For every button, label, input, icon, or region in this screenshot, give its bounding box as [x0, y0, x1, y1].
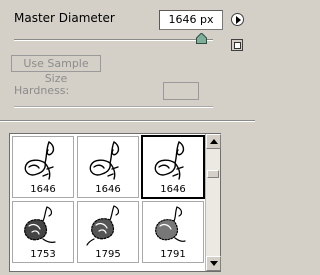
hardness-slider-track[interactable]: [14, 106, 213, 108]
rose-filled-brush-icon: [86, 205, 120, 246]
scroll-down-icon[interactable]: [206, 256, 221, 271]
panel-divider: [0, 120, 255, 122]
brush-size-label: 1791: [160, 249, 186, 260]
brush-tile[interactable]: 1791: [142, 201, 204, 263]
panel-menu-arrow-icon[interactable]: [231, 13, 244, 26]
brush-tile[interactable]: 1646: [77, 136, 139, 198]
brush-grid-scrollbar[interactable]: [205, 134, 221, 271]
brush-size-label: 1646: [160, 184, 186, 195]
master-diameter-slider-thumb[interactable]: [196, 32, 208, 47]
rose-outline-brush-icon: [89, 141, 120, 180]
hardness-label: Hardness:: [14, 84, 70, 97]
rose-outline-brush-icon: [154, 141, 185, 180]
brush-tile-selected[interactable]: 1646: [141, 135, 205, 199]
new-preset-icon[interactable]: [231, 39, 243, 51]
brush-size-label: 1646: [30, 184, 56, 195]
brush-tile[interactable]: 1646: [12, 136, 74, 198]
scrollbar-thumb[interactable]: [207, 170, 219, 178]
brush-size-label: 1646: [95, 184, 121, 195]
use-sample-size-button[interactable]: Use Sample Size: [11, 55, 101, 85]
rose-filled-brush-icon: [24, 206, 56, 243]
master-diameter-slider-track[interactable]: [14, 39, 213, 41]
master-diameter-field[interactable]: 1646 px: [159, 10, 223, 30]
brush-preset-grid: 1646 1646 1646 1753 1795 1791: [9, 133, 221, 272]
scroll-up-icon[interactable]: [206, 134, 221, 149]
brush-tile[interactable]: 1753: [12, 201, 74, 263]
rose-filled-brush-icon: [155, 206, 186, 242]
rose-outline-brush-icon: [24, 141, 55, 180]
hardness-field[interactable]: [163, 82, 199, 100]
brush-size-label: 1795: [95, 249, 121, 260]
brush-size-label: 1753: [30, 249, 56, 260]
master-diameter-label: Master Diameter: [14, 11, 115, 25]
brush-tile[interactable]: 1795: [77, 201, 139, 263]
